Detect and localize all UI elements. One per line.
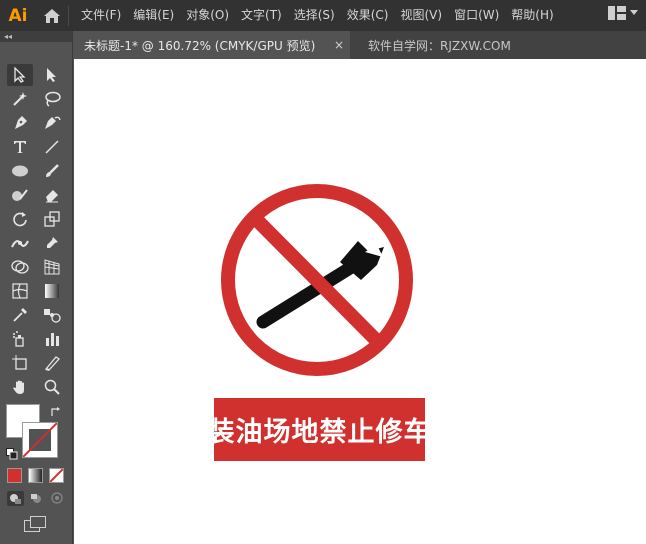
menu-window[interactable]: 窗口(W) — [448, 0, 505, 31]
column-graph-tool-icon[interactable] — [39, 328, 65, 350]
symbol-sprayer-tool-icon[interactable] — [7, 328, 33, 350]
document-tabs: 未标题-1* @ 160.72% (CMYK/GPU 预览) × 软件自学网：R… — [74, 31, 646, 59]
lasso-tool-icon[interactable] — [39, 88, 65, 110]
gradient-mode-button[interactable] — [28, 468, 43, 483]
menu-help[interactable]: 帮助(H) — [505, 0, 559, 31]
ellipse-tool-icon[interactable] — [7, 160, 33, 182]
artboard-tool-icon[interactable] — [7, 352, 33, 374]
shaper-tool-icon[interactable] — [7, 184, 33, 206]
mesh-tool-icon[interactable] — [7, 280, 33, 302]
collapse-icon: ◂◂ — [4, 32, 13, 41]
menu-edit[interactable]: 编辑(E) — [127, 0, 180, 31]
default-colors-icon[interactable] — [6, 447, 18, 465]
warning-banner[interactable]: 装油场地禁止修车 — [208, 398, 431, 461]
eyedropper-tool-icon[interactable] — [7, 304, 33, 326]
tools-panel-header[interactable]: ◂◂ — [0, 31, 72, 42]
close-icon[interactable]: × — [334, 38, 344, 52]
app-logo: Ai — [8, 5, 28, 26]
none-mode-button[interactable] — [49, 468, 64, 483]
workspace-icon — [608, 6, 626, 20]
paintbrush-tool-icon[interactable] — [39, 160, 65, 182]
menu-view[interactable]: 视图(V) — [394, 0, 448, 31]
no-wrench-sign-icon[interactable] — [219, 179, 419, 383]
menu-bar: Ai 文件(F) 编辑(E) 对象(O) 文字(T) 选择(S) 效果(C) 视… — [0, 0, 646, 31]
shape-builder-tool-icon[interactable] — [7, 256, 33, 278]
swap-fill-stroke-icon[interactable] — [50, 405, 62, 423]
color-mode-button[interactable] — [7, 468, 22, 483]
pen-tool-icon[interactable] — [7, 112, 33, 134]
draw-behind-icon[interactable] — [28, 491, 45, 506]
artboard-canvas[interactable]: 装油场地禁止修车 — [74, 59, 646, 544]
perspective-grid-tool-icon[interactable] — [39, 256, 65, 278]
type-tool-icon[interactable] — [7, 136, 33, 158]
document-tab-active[interactable]: 未标题-1* @ 160.72% (CMYK/GPU 预览) × — [74, 31, 350, 59]
magic-wand-tool-icon[interactable] — [7, 88, 33, 110]
eraser-tool-icon[interactable] — [39, 184, 65, 206]
menu-object[interactable]: 对象(O) — [180, 0, 235, 31]
blend-tool-icon[interactable] — [39, 304, 65, 326]
chevron-down-icon — [630, 10, 638, 15]
width-tool-icon[interactable] — [7, 232, 33, 254]
workspace-switcher[interactable] — [608, 6, 638, 20]
zoom-tool-icon[interactable] — [39, 376, 65, 398]
document-tab-secondary-title: 软件自学网：RJZXW.COM — [368, 38, 511, 53]
menu-file[interactable]: 文件(F) — [75, 0, 127, 31]
puppet-warp-tool-icon[interactable] — [39, 232, 65, 254]
rotate-tool-icon[interactable] — [7, 208, 33, 230]
home-icon[interactable] — [36, 0, 68, 31]
slice-tool-icon[interactable] — [39, 352, 65, 374]
selection-tool-icon[interactable] — [7, 64, 33, 86]
gradient-tool-icon[interactable] — [39, 280, 65, 302]
scale-tool-icon[interactable] — [39, 208, 65, 230]
draw-normal-icon[interactable] — [7, 491, 24, 506]
line-segment-tool-icon[interactable] — [39, 136, 65, 158]
hand-tool-icon[interactable] — [7, 376, 33, 398]
menu-select[interactable]: 选择(S) — [288, 0, 341, 31]
direct-selection-tool-icon[interactable] — [39, 64, 65, 86]
menu-type[interactable]: 文字(T) — [235, 0, 288, 31]
curvature-tool-icon[interactable] — [39, 112, 65, 134]
banner-text: 装油场地禁止修车 — [207, 417, 432, 448]
stroke-swatch[interactable] — [22, 422, 58, 458]
draw-inside-icon[interactable] — [49, 491, 66, 506]
menu-separator — [68, 5, 69, 26]
tools-panel: ◂◂ — [0, 31, 73, 544]
document-tab-title: 未标题-1* @ 160.72% (CMYK/GPU 预览) — [84, 38, 316, 53]
menu-effect[interactable]: 效果(C) — [341, 0, 395, 31]
document-tab-secondary[interactable]: 软件自学网：RJZXW.COM — [350, 31, 511, 59]
screen-mode-icon[interactable] — [24, 516, 48, 537]
